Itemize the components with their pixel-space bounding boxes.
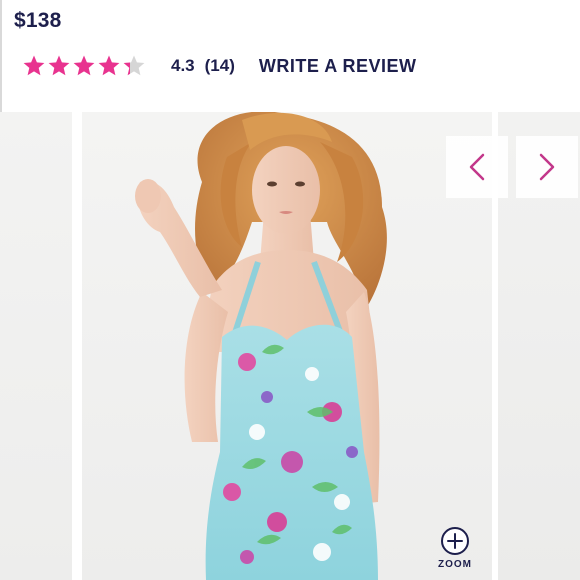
product-image-gallery: ZOOM <box>0 112 580 580</box>
plus-circle-icon <box>441 527 469 555</box>
model-photo <box>135 112 387 580</box>
next-image-button[interactable] <box>516 136 578 198</box>
star-icon <box>47 54 71 78</box>
zoom-button[interactable]: ZOOM <box>432 526 478 570</box>
star-icon <box>72 54 96 78</box>
product-main-image[interactable] <box>82 112 492 580</box>
zoom-label: ZOOM <box>438 559 472 570</box>
star-icon <box>22 54 46 78</box>
star-rating[interactable] <box>22 54 146 78</box>
product-price: $138 <box>14 9 62 32</box>
chevron-left-icon <box>469 153 485 181</box>
star-icon <box>97 54 121 78</box>
rating-row: 4.3 (14) WRITE A REVIEW <box>22 52 417 80</box>
previous-image-button[interactable] <box>446 136 508 198</box>
chevron-right-icon <box>539 153 555 181</box>
previous-image-peek[interactable] <box>0 112 72 580</box>
review-count[interactable]: (14) <box>205 56 235 76</box>
star-icon <box>122 54 146 78</box>
rating-value: 4.3 <box>171 56 195 75</box>
write-review-link[interactable]: WRITE A REVIEW <box>259 56 417 77</box>
product-page: $138 4.3 (14) WRITE A REVIEW ZOOM <box>0 0 580 580</box>
